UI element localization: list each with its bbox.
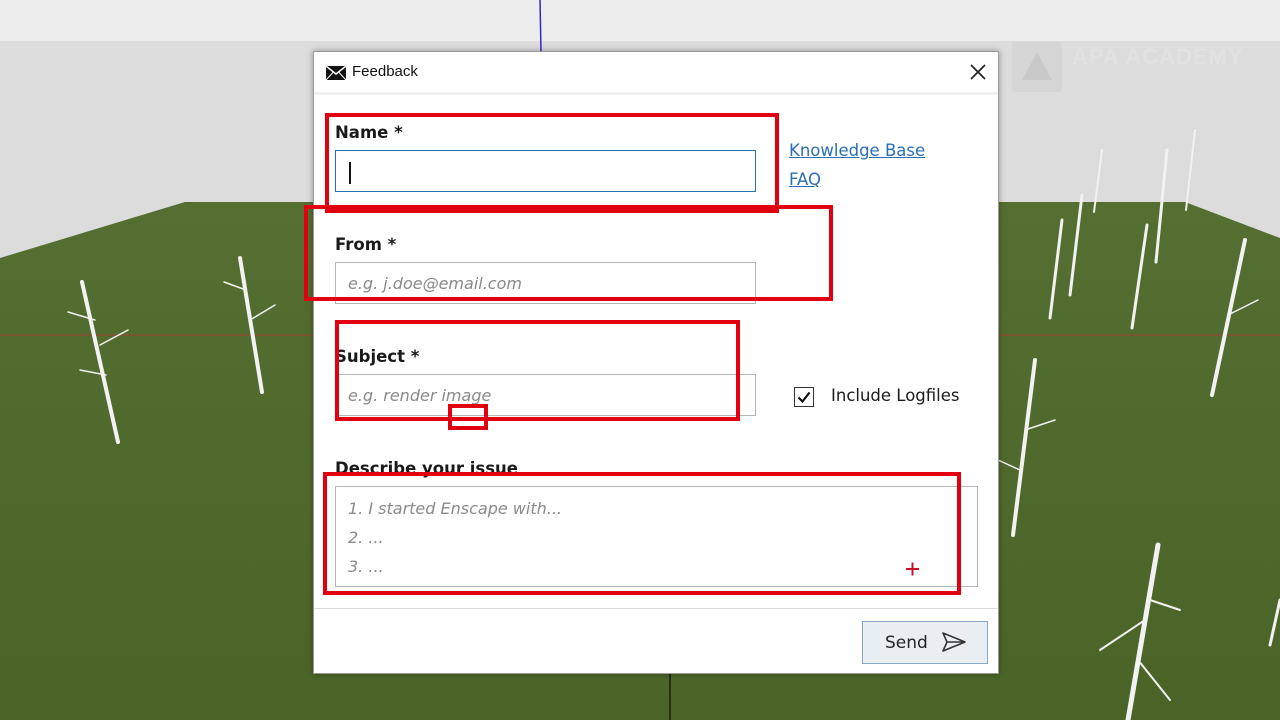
name-input[interactable] (335, 150, 756, 192)
text-caret (349, 162, 351, 184)
describe-issue-textarea[interactable]: 1. I started Enscape with... 2. ... 3. .… (335, 486, 978, 587)
watermark: APA ACADEMY ARCHITECTURE TRAINING (1012, 42, 1272, 94)
from-label: From * (335, 235, 397, 254)
titlebar-divider (314, 92, 998, 95)
textarea-placeholder-line: 1. I started Enscape with... (348, 499, 562, 518)
close-button[interactable] (964, 60, 992, 84)
subject-label: Subject * (335, 347, 420, 366)
include-logfiles-checkbox[interactable] (794, 387, 814, 407)
watermark-subtitle: ARCHITECTURE TRAINING (1132, 74, 1248, 84)
describe-issue-label: Describe your issue (335, 459, 518, 478)
checkmark-icon (797, 391, 811, 404)
faq-link[interactable]: FAQ (789, 170, 821, 189)
dialog-titlebar: Feedback (314, 52, 998, 92)
knowledge-base-link[interactable]: Knowledge Base (789, 141, 925, 160)
close-icon (970, 64, 986, 80)
textarea-placeholder-line: 3. ... (348, 557, 384, 576)
envelope-icon (326, 66, 346, 80)
subject-input[interactable] (335, 374, 756, 416)
paper-plane-icon (942, 632, 966, 652)
send-label: Send (885, 633, 928, 653)
watermark-title: APA ACADEMY (1072, 44, 1244, 69)
watermark-logo (1012, 42, 1062, 92)
dialog-title: Feedback (352, 63, 418, 80)
include-logfiles-label: Include Logfiles (831, 386, 960, 405)
name-label: Name * (335, 123, 403, 142)
feedback-dialog: Feedback Name * Knowledge Base FAQ From … (313, 51, 999, 674)
textarea-placeholder-line: 2. ... (348, 528, 384, 547)
footer-divider (314, 608, 998, 609)
from-email-input[interactable] (335, 262, 756, 304)
send-button[interactable]: Send (862, 621, 988, 664)
